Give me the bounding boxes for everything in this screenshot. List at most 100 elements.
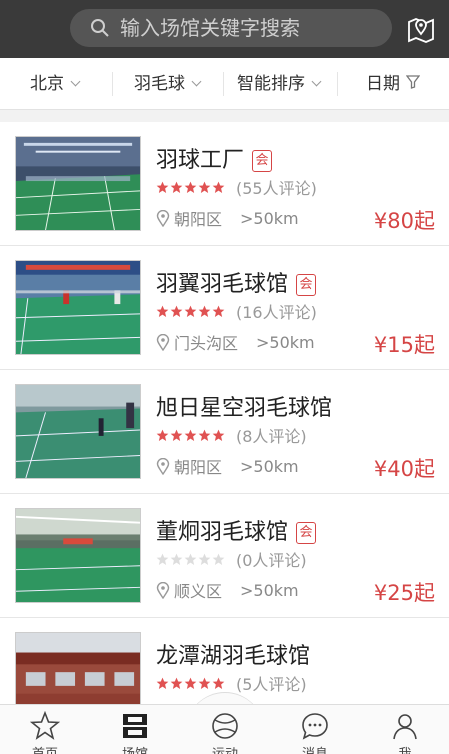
top-header: 输入场馆关键字搜索 <box>0 0 449 58</box>
tab-profile-label: 我 <box>370 743 440 754</box>
venue-price: ¥25起 <box>373 581 435 605</box>
rating-star-icon <box>156 429 169 441</box>
location-pin-icon <box>156 333 170 351</box>
venue-price: ¥15起 <box>373 333 435 357</box>
venue-distance: >50km <box>240 580 299 600</box>
filter-city-label: 北京 <box>30 74 64 94</box>
tab-home[interactable]: 首页 <box>10 705 80 754</box>
filter-sort-label: 智能排序 <box>237 74 305 94</box>
tab-sports-label: 运动 <box>190 743 260 754</box>
venue-location: 朝阳区 >50km <box>156 206 299 230</box>
filter-divider <box>223 72 224 96</box>
rating-stars: (55人评论) <box>156 178 317 198</box>
message-icon <box>302 713 328 740</box>
rating-star-icon <box>184 305 197 317</box>
tab-sports[interactable]: 运动 <box>190 705 260 754</box>
venue-item[interactable]: 董炯羽毛球馆会 (0人评论) 顺义区 >50km ¥25起 <box>0 494 449 618</box>
chevron-down-icon <box>191 76 202 87</box>
filter-sport[interactable]: 羽毛球 <box>134 58 202 110</box>
member-badge: 会 <box>252 150 273 172</box>
star-icon <box>30 711 60 740</box>
venue-district: 朝阳区 <box>174 210 223 229</box>
rating-star-icon <box>198 305 211 317</box>
venue-price: ¥80起 <box>373 209 435 233</box>
venue-name: 董炯羽毛球馆会 <box>156 514 317 546</box>
rating-star-icon <box>156 677 169 689</box>
search-icon <box>91 19 109 37</box>
rating-star-icon <box>156 305 169 317</box>
search-bar[interactable]: 输入场馆关键字搜索 <box>70 9 392 47</box>
venue-distance: >50km <box>240 208 299 228</box>
rating-star-icon <box>184 677 197 689</box>
location-pin-icon <box>156 581 170 599</box>
rating-star-icon <box>170 553 183 565</box>
rating-star-icon <box>156 553 169 565</box>
rating-star-icon <box>212 677 225 689</box>
member-badge: 会 <box>296 274 317 296</box>
member-badge: 会 <box>296 522 317 544</box>
user-icon <box>393 714 417 740</box>
rating-star-icon <box>198 553 211 565</box>
venue-distance: >50km <box>240 456 299 476</box>
review-count: (16人评论) <box>236 303 317 322</box>
filter-divider <box>112 72 113 96</box>
venue-location: 门头沟区 >50km <box>156 330 315 354</box>
venue-name: 羽球工厂会 <box>156 142 273 174</box>
venue-item[interactable]: 羽球工厂会 (55人评论) 朝阳区 >50km ¥80起 <box>0 122 449 246</box>
review-count: (5人评论) <box>236 675 307 694</box>
venue-district: 顺义区 <box>174 582 223 601</box>
rating-star-icon <box>184 429 197 441</box>
venue-item[interactable]: 羽翼羽毛球馆会 (16人评论) 门头沟区 >50km ¥15起 <box>0 246 449 370</box>
filter-bar: 北京 羽毛球 智能排序 日期 <box>0 58 449 110</box>
venue-photo <box>15 632 141 704</box>
review-count: (0人评论) <box>236 551 307 570</box>
filter-divider <box>337 72 338 96</box>
rating-star-icon <box>212 305 225 317</box>
venue-photo <box>15 136 141 231</box>
tab-home-label: 首页 <box>10 743 80 754</box>
rating-star-icon <box>198 429 211 441</box>
filter-date-label: 日期 <box>366 74 400 94</box>
location-pin-icon <box>156 209 170 227</box>
rating-star-icon <box>212 429 225 441</box>
filter-city[interactable]: 北京 <box>30 58 81 110</box>
rating-star-icon <box>198 181 211 193</box>
tab-messages[interactable]: 消息 <box>280 705 350 754</box>
bottom-tab-bar: 首页 场馆 运动 消息 我 <box>0 704 449 754</box>
rating-stars: (5人评论) <box>156 674 307 694</box>
venue-list: 羽球工厂会 (55人评论) 朝阳区 >50km ¥80起 羽翼羽毛球馆会 (16人… <box>0 122 449 704</box>
venue-name: 旭日星空羽毛球馆 <box>156 396 333 421</box>
rating-star-icon <box>170 429 183 441</box>
rating-star-icon <box>170 677 183 689</box>
filter-sort[interactable]: 智能排序 <box>237 58 322 110</box>
rating-star-icon <box>170 305 183 317</box>
tab-venues-label: 场馆 <box>100 743 170 754</box>
tab-messages-label: 消息 <box>280 743 350 754</box>
rating-stars: (16人评论) <box>156 302 317 322</box>
venue-item[interactable]: 旭日星空羽毛球馆 (8人评论) 朝阳区 >50km ¥40起 <box>0 370 449 494</box>
venue-price: ¥40起 <box>373 457 435 481</box>
location-pin-icon <box>156 457 170 475</box>
rating-star-icon <box>184 553 197 565</box>
ball-icon <box>212 713 238 739</box>
filter-icon <box>406 75 420 89</box>
filter-date[interactable]: 日期 <box>366 58 420 110</box>
venue-district: 门头沟区 <box>174 334 239 353</box>
rating-star-icon <box>170 181 183 193</box>
venue-location: 顺义区 >50km <box>156 578 299 602</box>
venue-photo <box>15 384 141 479</box>
venue-distance: >50km <box>256 332 315 352</box>
map-pin-icon[interactable] <box>406 14 436 44</box>
filter-sport-label: 羽毛球 <box>134 74 185 94</box>
review-count: (8人评论) <box>236 427 307 446</box>
venue-photo <box>15 508 141 603</box>
rating-star-icon <box>184 181 197 193</box>
rating-star-icon <box>212 181 225 193</box>
rating-star-icon <box>198 677 211 689</box>
rating-stars: (8人评论) <box>156 426 307 446</box>
rating-stars: (0人评论) <box>156 550 307 570</box>
venue-icon <box>123 714 147 738</box>
review-count: (55人评论) <box>236 179 317 198</box>
tab-profile[interactable]: 我 <box>370 705 440 754</box>
tab-venues[interactable]: 场馆 <box>100 705 170 754</box>
